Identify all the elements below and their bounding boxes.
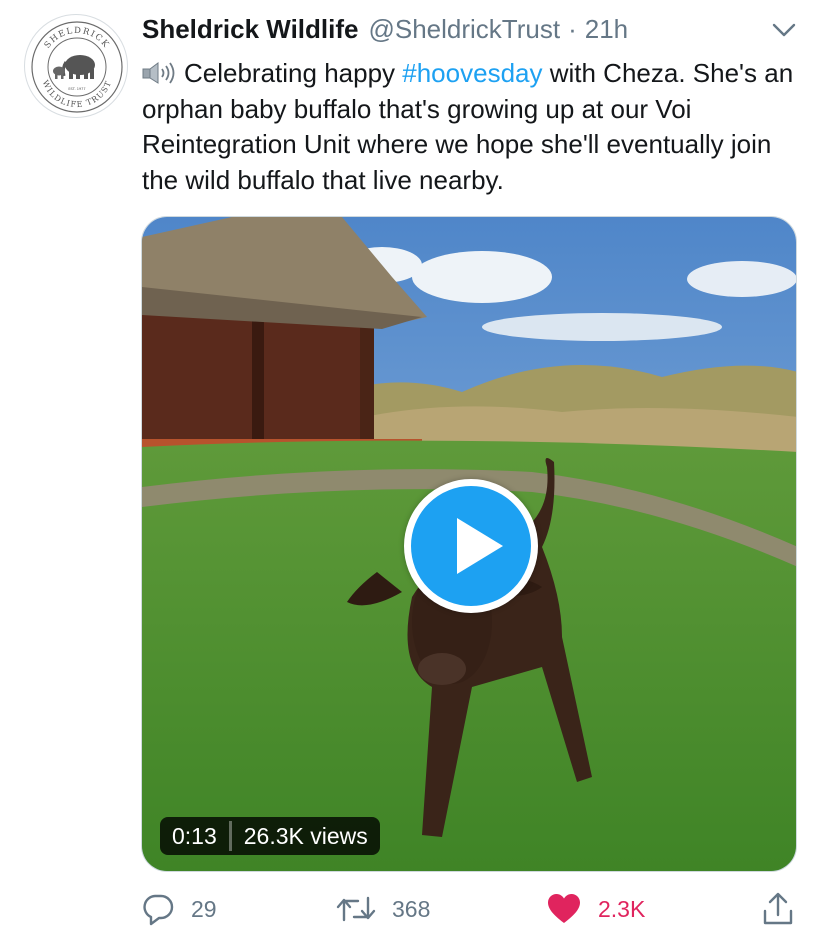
video-player[interactable]: 0:13 26.3K views — [141, 216, 797, 872]
video-info-overlay: 0:13 26.3K views — [160, 817, 380, 855]
retweet-icon — [336, 896, 376, 922]
video-duration: 0:13 — [172, 823, 217, 849]
svg-text:EST. 1977: EST. 1977 — [68, 87, 85, 91]
reply-icon — [143, 894, 174, 926]
sheldrick-trust-logo: SHELDRICK WILDLIFE TRUST EST. 1977 — [31, 21, 123, 113]
share-button[interactable] — [760, 890, 796, 928]
display-name[interactable]: Sheldrick Wildlife — [142, 14, 358, 45]
play-icon — [457, 518, 503, 574]
tweet-actions: 29 368 2.3K — [0, 890, 828, 928]
speaker-icon — [142, 62, 175, 84]
retweet-count: 368 — [392, 895, 431, 922]
like-count: 2.3K — [598, 895, 646, 922]
heart-icon — [548, 894, 580, 923]
tweet-text-start: Celebrating happy — [184, 58, 403, 88]
share-icon — [763, 892, 793, 925]
hashtag-link[interactable]: #hoovesday — [402, 58, 542, 88]
like-button[interactable]: 2.3K — [546, 890, 645, 928]
retweet-button[interactable]: 368 — [336, 890, 430, 928]
play-button[interactable] — [404, 479, 538, 613]
view-count: 26.3K views — [243, 823, 368, 849]
chevron-down-icon[interactable] — [770, 20, 798, 42]
timestamp[interactable]: 21h — [585, 14, 628, 45]
avatar[interactable]: SHELDRICK WILDLIFE TRUST EST. 1977 — [24, 14, 128, 118]
tweet-text: Celebrating happy #hoovesday with Cheza.… — [142, 56, 802, 198]
separator-dot: · — [568, 14, 577, 44]
reply-button[interactable]: 29 — [141, 890, 217, 928]
tweet-header: Sheldrick Wildlife @SheldrickTrust · 21h — [142, 14, 788, 48]
reply-count: 29 — [191, 895, 217, 922]
user-handle[interactable]: @SheldrickTrust — [368, 14, 560, 45]
